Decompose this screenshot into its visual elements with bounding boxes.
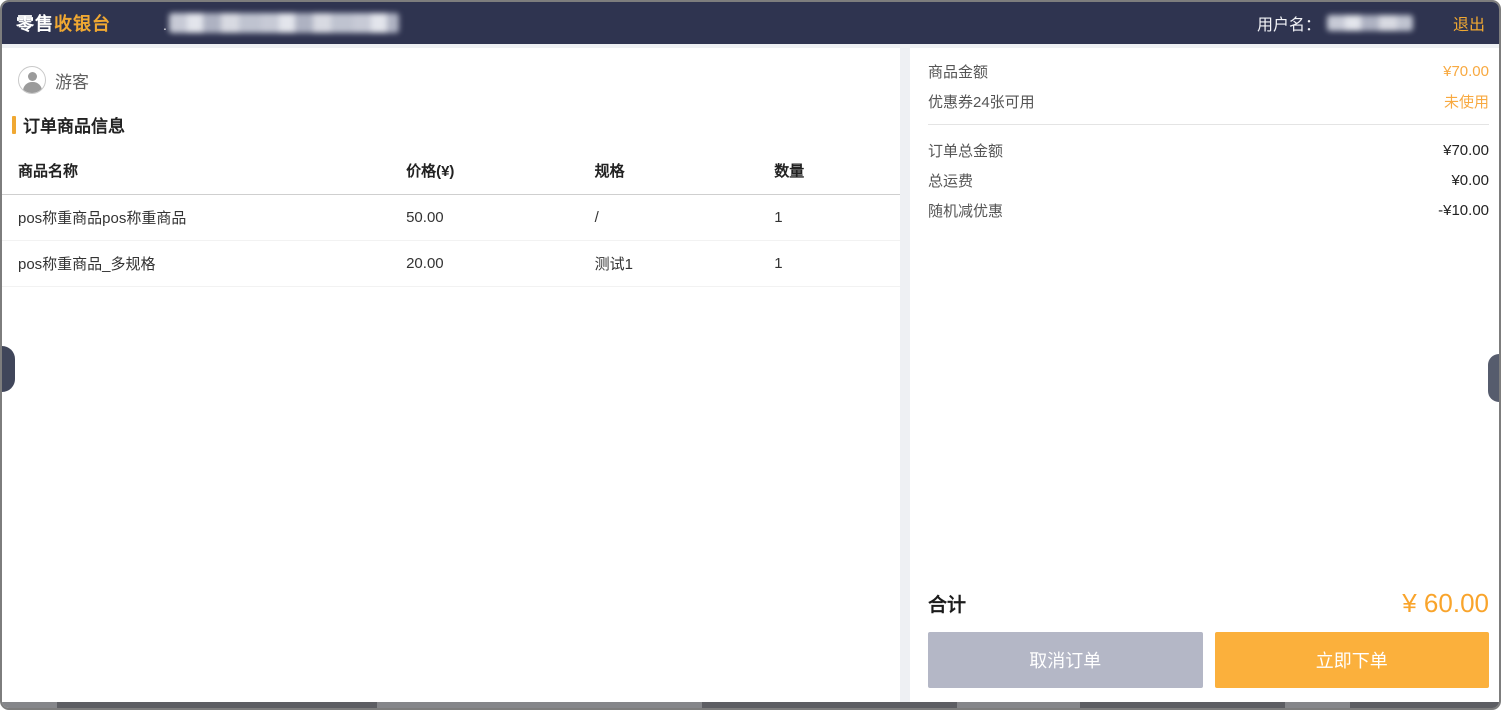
action-buttons: 取消订单 立即下单 <box>928 632 1489 688</box>
redacted-store-name <box>169 13 399 33</box>
store-name-area: . <box>163 13 399 33</box>
summary-spacer <box>928 225 1489 582</box>
cell-qty: 1 <box>774 241 900 287</box>
left-drawer-handle[interactable] <box>2 346 15 392</box>
summary-value: ¥70.00 <box>1443 142 1489 159</box>
col-header-price: 价格(¥) <box>406 147 595 195</box>
customer-avatar-icon <box>18 66 46 94</box>
bottom-cutoff-strip <box>2 702 1499 708</box>
cell-price: 50.00 <box>406 195 595 241</box>
logout-button[interactable]: 退出 <box>1453 11 1485 35</box>
summary-row-order-total: 订单总金额 ¥70.00 <box>928 135 1489 165</box>
cell-spec: / <box>595 195 775 241</box>
summary-row-shipping: 总运费 ¥0.00 <box>928 165 1489 195</box>
total-label: 合计 <box>928 590 966 617</box>
cell-product-name: pos称重商品_多规格 <box>2 241 406 287</box>
store-name-prefix: . <box>163 17 167 33</box>
panel-divider <box>900 48 910 702</box>
summary-value: -¥10.00 <box>1438 202 1489 219</box>
cancel-order-button[interactable]: 取消订单 <box>928 632 1203 688</box>
brand-suffix: 收银台 <box>54 14 111 34</box>
title-accent-bar <box>12 116 16 134</box>
summary-value: ¥70.00 <box>1443 63 1489 80</box>
cell-spec: 测试1 <box>595 241 775 287</box>
brand-prefix: 零售 <box>16 14 54 34</box>
col-header-name: 商品名称 <box>2 147 406 195</box>
summary-label: 订单总金额 <box>928 140 1003 161</box>
summary-row-random-discount: 随机减优惠 -¥10.00 <box>928 195 1489 225</box>
pos-window: 零售收银台 . 用户名： 退出 游客 订单商品信息 <box>0 0 1501 710</box>
order-section-header: 订单商品信息 <box>2 104 900 147</box>
table-row: pos称重商品_多规格 20.00 测试1 1 <box>2 241 900 287</box>
cutoff-segment <box>1080 702 1285 708</box>
summary-label: 总运费 <box>928 170 973 191</box>
summary-row-goods-amount: 商品金额 ¥70.00 <box>928 56 1489 86</box>
summary-row-coupon[interactable]: 优惠券24张可用 未使用 <box>928 86 1489 116</box>
customer-row[interactable]: 游客 <box>2 62 900 104</box>
table-row: pos称重商品pos称重商品 50.00 / 1 <box>2 195 900 241</box>
cell-price: 20.00 <box>406 241 595 287</box>
checkout-summary-panel: 商品金额 ¥70.00 优惠券24张可用 未使用 订单总金额 ¥70.00 总运… <box>910 48 1499 702</box>
cutoff-segment <box>702 702 957 708</box>
cutoff-segment <box>57 702 377 708</box>
col-header-qty: 数量 <box>774 147 900 195</box>
total-row: 合计 ¥ 60.00 <box>928 582 1489 624</box>
app-brand: 零售收银台 <box>16 10 111 36</box>
summary-label: 随机减优惠 <box>928 200 1003 221</box>
navbar-right: 用户名： 退出 <box>1257 11 1485 35</box>
cutoff-segment <box>1350 702 1501 708</box>
top-navbar: 零售收银台 . 用户名： 退出 <box>2 2 1499 44</box>
goods-table: 商品名称 价格(¥) 规格 数量 pos称重商品pos称重商品 50.00 / … <box>2 147 900 287</box>
submit-order-button[interactable]: 立即下单 <box>1215 632 1490 688</box>
order-goods-panel: 游客 订单商品信息 商品名称 价格(¥) 规格 数量 <box>2 48 900 702</box>
col-header-spec: 规格 <box>595 147 775 195</box>
customer-name: 游客 <box>55 68 89 93</box>
cell-qty: 1 <box>774 195 900 241</box>
coupon-status[interactable]: 未使用 <box>1444 91 1489 112</box>
goods-table-header-row: 商品名称 价格(¥) 规格 数量 <box>2 147 900 195</box>
summary-label: 优惠券24张可用 <box>928 91 1035 112</box>
total-value: ¥ 60.00 <box>1402 588 1489 619</box>
main-content: 游客 订单商品信息 商品名称 价格(¥) 规格 数量 <box>2 48 1499 702</box>
summary-label: 商品金额 <box>928 61 988 82</box>
cell-product-name: pos称重商品pos称重商品 <box>2 195 406 241</box>
username-label: 用户名： <box>1257 11 1321 35</box>
right-drawer-handle[interactable] <box>1488 354 1499 402</box>
redacted-username <box>1327 15 1413 31</box>
section-title: 订单商品信息 <box>23 112 125 137</box>
summary-divider <box>928 124 1489 125</box>
summary-value: ¥0.00 <box>1451 172 1489 189</box>
